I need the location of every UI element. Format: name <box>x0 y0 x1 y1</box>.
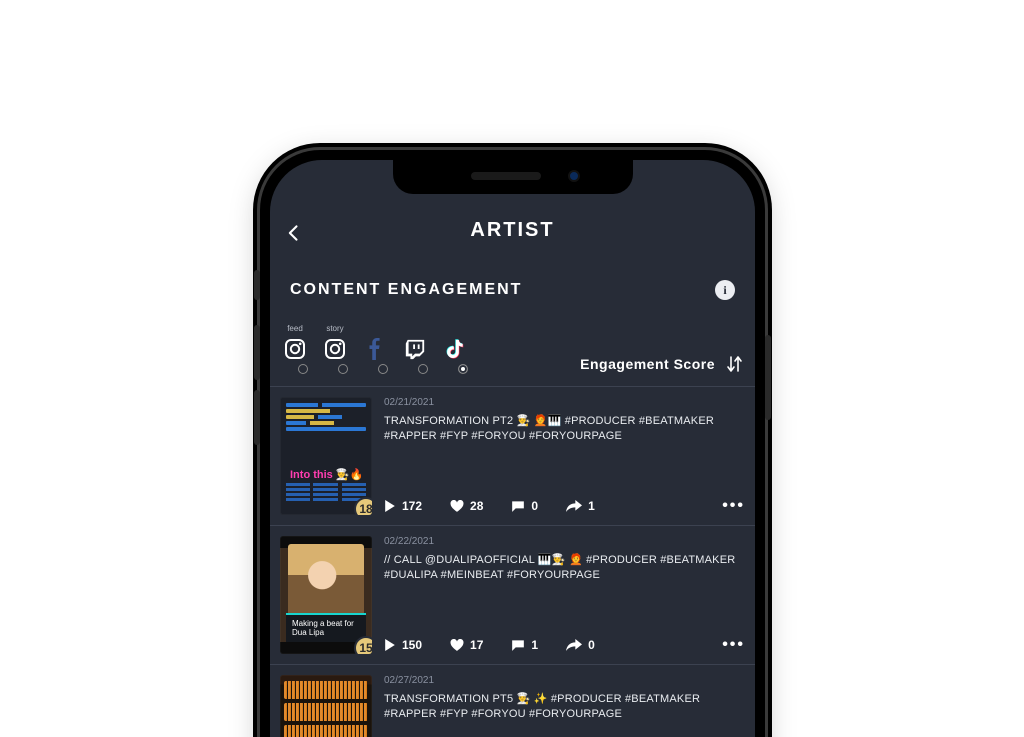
post-metrics: 150 17 1 <box>384 622 745 654</box>
sort-label: Engagement Score <box>580 356 715 372</box>
plays-count: 150 <box>402 638 422 652</box>
section-header: CONTENT ENGAGEMENT i <box>270 280 755 300</box>
comment-icon <box>511 639 525 651</box>
instagram-icon <box>282 336 308 362</box>
metric-likes: 28 <box>450 499 483 513</box>
platform-ig-feed[interactable]: feed <box>282 324 308 374</box>
play-icon <box>384 500 396 512</box>
sort-direction-icon <box>725 354 743 374</box>
more-options-button[interactable]: ••• <box>722 636 745 654</box>
info-icon[interactable]: i <box>715 280 735 300</box>
platform-radio[interactable] <box>378 364 388 374</box>
metric-likes: 17 <box>450 638 483 652</box>
platform-facebook[interactable] <box>362 324 388 374</box>
platform-radio[interactable] <box>458 364 468 374</box>
post-item[interactable]: Into this 👨‍🍳🔥 18 02/21/2021 TRANSFORMAT… <box>270 387 755 526</box>
platform-radio[interactable] <box>338 364 348 374</box>
power-button <box>765 335 771 420</box>
post-caption: TRANSFORMATION PT2 👨‍🍳 🧑‍🦰🎹 #PRODUCER #B… <box>384 414 745 444</box>
heart-icon <box>450 500 464 512</box>
volume-down-button <box>254 390 260 445</box>
plays-count: 172 <box>402 499 422 513</box>
share-icon <box>566 639 582 651</box>
platform-label: feed <box>287 324 303 334</box>
share-icon <box>566 500 582 512</box>
metric-shares: 0 <box>566 638 595 652</box>
metric-plays: 172 <box>384 499 422 513</box>
platform-label: story <box>326 324 343 334</box>
thumb-overlay-text: Into this 👨‍🍳🔥 <box>290 468 363 481</box>
comments-count: 1 <box>531 638 538 652</box>
tiktok-icon <box>442 336 468 362</box>
platform-ig-story[interactable]: story <box>322 324 348 374</box>
device-notch <box>393 160 633 194</box>
thumb-overlay-text: Making a beat for Dua Lipa <box>286 613 366 642</box>
posts-list: Into this 👨‍🍳🔥 18 02/21/2021 TRANSFORMAT… <box>270 387 755 737</box>
post-metrics: 172 28 0 <box>384 483 745 515</box>
post-thumbnail[interactable]: Into this 👨‍🍳🔥 18 <box>280 397 372 515</box>
engagement-score-badge: 18 <box>354 497 372 515</box>
facebook-icon <box>362 336 388 362</box>
shares-count: 0 <box>588 638 595 652</box>
comments-count: 0 <box>531 499 538 513</box>
likes-count: 17 <box>470 638 483 652</box>
platform-twitch[interactable] <box>402 324 428 374</box>
twitch-icon <box>402 336 428 362</box>
app-screen: ARTIST CONTENT ENGAGEMENT i feed <box>270 160 755 737</box>
phone-frame: ARTIST CONTENT ENGAGEMENT i feed <box>260 150 765 737</box>
filter-row: feed story <box>270 312 755 387</box>
platform-tiktok[interactable] <box>442 324 468 374</box>
post-thumbnail[interactable]: Making a beat for Dua Lipa 15 <box>280 536 372 654</box>
back-button[interactable] <box>284 223 298 237</box>
more-options-button[interactable]: ••• <box>722 497 745 515</box>
post-item[interactable]: Turning this 🎧🎵 12 02/27/2021 TRANSFORMA… <box>270 665 755 737</box>
post-item[interactable]: Making a beat for Dua Lipa 15 02/22/2021… <box>270 526 755 665</box>
post-date: 02/27/2021 <box>384 675 745 686</box>
sort-control[interactable]: Engagement Score <box>580 354 743 374</box>
metric-comments: 1 <box>511 638 538 652</box>
shares-count: 1 <box>588 499 595 513</box>
platform-radio[interactable] <box>418 364 428 374</box>
engagement-score-badge: 15 <box>354 636 372 654</box>
platform-filters: feed story <box>282 324 468 374</box>
platform-radio[interactable] <box>298 364 308 374</box>
post-caption: // CALL @DUALIPAOFFICIAL 🎹👨‍🍳 🧑‍🦰 #PRODU… <box>384 553 745 583</box>
instagram-icon <box>322 336 348 362</box>
comment-icon <box>511 500 525 512</box>
heart-icon <box>450 639 464 651</box>
metric-comments: 0 <box>511 499 538 513</box>
post-caption: TRANSFORMATION PT5 👨‍🍳 ✨ #PRODUCER #BEAT… <box>384 692 745 722</box>
page-title: ARTIST <box>470 219 554 242</box>
section-title: CONTENT ENGAGEMENT <box>290 281 522 299</box>
likes-count: 28 <box>470 499 483 513</box>
mute-switch <box>254 270 260 300</box>
app-header: ARTIST <box>270 210 755 250</box>
post-date: 02/22/2021 <box>384 536 745 547</box>
play-icon <box>384 639 396 651</box>
metric-shares: 1 <box>566 499 595 513</box>
post-thumbnail[interactable]: Turning this 🎧🎵 12 <box>280 675 372 737</box>
metric-plays: 150 <box>384 638 422 652</box>
volume-up-button <box>254 325 260 380</box>
post-date: 02/21/2021 <box>384 397 745 408</box>
